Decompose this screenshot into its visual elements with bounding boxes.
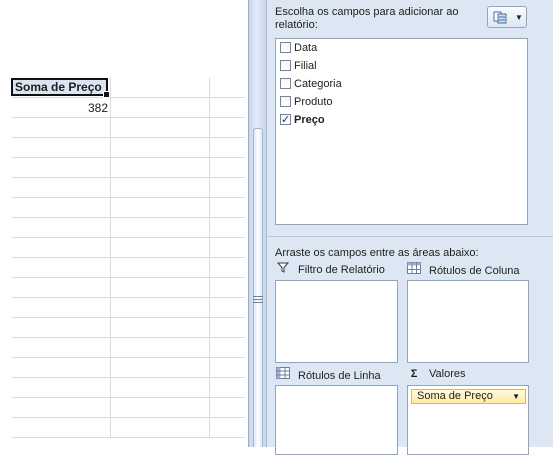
area-label: Filtro de Relatório: [298, 264, 385, 276]
field-list-layout-icon: [493, 11, 507, 24]
row-gridline: [12, 397, 245, 398]
row-gridline: [12, 157, 245, 158]
row-labels-drop-area[interactable]: [275, 385, 398, 455]
pivot-value-cell[interactable]: 382: [12, 100, 108, 116]
chevron-down-icon[interactable]: ▼: [512, 392, 520, 401]
field-item-categoria[interactable]: Categoria: [280, 76, 342, 92]
field-list-layout-button[interactable]: ▼: [487, 6, 527, 28]
row-gridline: [12, 337, 245, 338]
field-item-data[interactable]: Data: [280, 40, 317, 56]
area-label: Rótulos de Coluna: [429, 265, 520, 277]
area-label: Valores: [429, 368, 466, 380]
splitter-track: [253, 128, 263, 447]
column-grid-icon: [407, 262, 421, 278]
pivot-header-cell[interactable]: Soma de Preço: [11, 78, 110, 98]
report-filter-title: Filtro de Relatório: [276, 262, 385, 276]
report-filter-drop-area[interactable]: [275, 280, 398, 363]
row-gridline: [12, 257, 245, 258]
row-gridline: [12, 437, 245, 438]
field-checkbox[interactable]: [280, 77, 291, 89]
sigma-icon: Σ: [410, 368, 418, 380]
column-labels-drop-area[interactable]: [407, 280, 529, 363]
row-gridline: [12, 137, 245, 138]
row-gridline: [12, 417, 245, 418]
field-item-produto[interactable]: Produto: [280, 94, 333, 110]
field-label: Categoria: [294, 78, 342, 90]
row-gridline: [12, 277, 245, 278]
area-label: Rótulos de Linha: [298, 370, 381, 382]
field-label: Preço: [294, 114, 325, 126]
row-gridline: [12, 97, 245, 98]
values-field-soma-de-preco[interactable]: Soma de Preço ▼: [411, 389, 526, 404]
field-item-preco[interactable]: Preço: [280, 112, 325, 128]
filter-icon: [276, 262, 290, 277]
row-gridline: [12, 357, 245, 358]
values-field-label: Soma de Preço: [417, 390, 493, 402]
row-gridline: [12, 377, 245, 378]
fill-handle[interactable]: [103, 91, 110, 98]
row-gridline: [12, 217, 245, 218]
row-gridline: [12, 197, 245, 198]
field-label: Data: [294, 42, 318, 54]
row-gridline: [12, 297, 245, 298]
choose-fields-label: Escolha os campos para adicionar ao rela…: [275, 6, 459, 31]
splitter-grip[interactable]: [253, 296, 263, 305]
column-labels-title: Rótulos de Coluna: [407, 262, 520, 278]
field-checkbox[interactable]: [280, 59, 291, 71]
panel-divider[interactable]: [267, 236, 553, 237]
row-gridline: [12, 317, 245, 318]
row-grid-icon: [276, 367, 290, 383]
values-title: Σ Valores: [407, 367, 466, 381]
worksheet-grid[interactable]: Soma de Preço 382: [0, 0, 248, 447]
field-item-filial[interactable]: Filial: [280, 58, 317, 74]
row-gridline: [12, 117, 245, 118]
pivot-header-text: Soma de Preço: [15, 80, 102, 94]
field-list-box: Data Filial Categoria Produto Preço: [275, 38, 528, 225]
values-drop-area[interactable]: Soma de Preço ▼: [407, 385, 529, 455]
field-checkbox-checked[interactable]: [280, 112, 291, 128]
field-label: Filial: [294, 60, 317, 72]
field-label: Produto: [294, 96, 333, 108]
row-labels-title: Rótulos de Linha: [276, 367, 381, 383]
pane-splitter[interactable]: [248, 0, 266, 447]
field-checkbox[interactable]: [280, 41, 291, 53]
row-gridline: [12, 237, 245, 238]
chevron-down-icon: ▼: [515, 13, 523, 22]
row-gridline: [12, 177, 245, 178]
field-checkbox[interactable]: [280, 95, 291, 107]
pivot-field-list-panel: Escolha os campos para adicionar ao rela…: [266, 0, 553, 455]
drag-fields-label: Arraste os campos entre as áreas abaixo:: [275, 247, 479, 259]
